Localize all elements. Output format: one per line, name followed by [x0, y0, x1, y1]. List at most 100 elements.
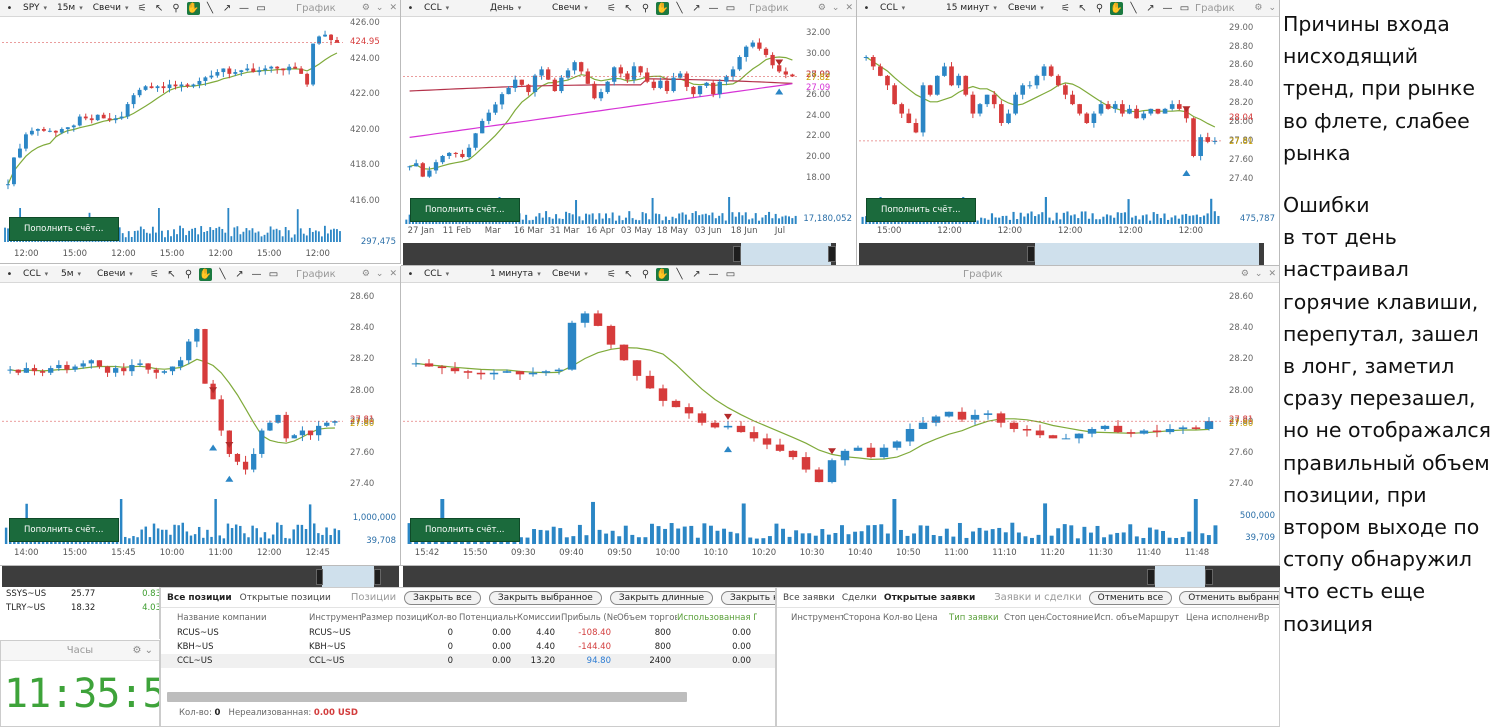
horizontal-line-icon[interactable]: — [707, 2, 720, 15]
collapse-icon[interactable]: ⌄ [376, 3, 384, 13]
arrow-icon[interactable]: ↗ [221, 2, 234, 15]
deposit-button[interactable]: Пополнить счёт... [9, 217, 119, 241]
panel-menu-icon[interactable]: • [404, 2, 417, 15]
indicators-icon[interactable]: ⚟ [605, 268, 618, 281]
close-icon[interactable]: ✕ [389, 3, 397, 13]
column-header[interactable]: Комиссии [517, 613, 561, 623]
panel-menu-icon[interactable]: • [860, 2, 873, 15]
timeframe-select[interactable]: 15 минут ▾ [943, 2, 1001, 15]
lower-time-scrollbar-left[interactable] [2, 566, 399, 588]
horizontal-line-icon[interactable]: — [238, 2, 251, 15]
collapse-icon[interactable]: ⌄ [1268, 3, 1276, 13]
tab-all-positions[interactable]: Все позиции [167, 593, 232, 603]
close-long-button[interactable]: Закрыть длинные [609, 590, 713, 605]
zoom-icon[interactable]: ⚲ [639, 2, 652, 15]
table-row[interactable]: KBH~US KBH~US 0 0.00 4.40 -144.40 800 0.00 [161, 640, 775, 654]
cursor-icon[interactable]: ↖ [153, 2, 166, 15]
table-row[interactable]: CCL~US CCL~US 0 0.00 13.20 94.80 2400 0.00 [161, 654, 775, 668]
ticker-select[interactable]: CCL ▾ [877, 2, 939, 15]
trend-line-icon[interactable]: ╲ [673, 2, 686, 15]
trend-line-icon[interactable]: ╲ [673, 268, 686, 281]
scrollbar-handle-right[interactable] [374, 569, 381, 585]
ticker-select[interactable]: CCL ▾ [421, 268, 483, 281]
timeframe-select[interactable]: 15м ▾ [54, 2, 86, 15]
cursor-icon[interactable]: ↖ [1076, 2, 1089, 15]
tab-trades[interactable]: Сделки [842, 593, 877, 603]
column-header[interactable]: Потенциальная [459, 613, 517, 623]
price-chart[interactable] [403, 284, 1222, 499]
trend-line-icon[interactable]: ╲ [204, 2, 217, 15]
settings-icon[interactable]: ⚙ [362, 269, 370, 279]
chart-panel-spy[interactable]: • SPY ▾ 15м ▾ Свечи ▾ ⚟ ↖ ⚲ ✋ ╲ ↗ — ▭ Графи… [0, 0, 401, 264]
panel-menu-icon[interactable]: • [3, 2, 16, 15]
close-icon[interactable]: ✕ [845, 3, 853, 13]
cursor-icon[interactable]: ↖ [622, 2, 635, 15]
panel-menu-icon[interactable]: • [404, 268, 417, 281]
arrow-icon[interactable]: ↗ [690, 2, 703, 15]
ticker-select[interactable]: CCL ▾ [20, 268, 54, 281]
indicators-icon[interactable]: ⚟ [148, 268, 161, 281]
timeframe-select[interactable]: День ▾ [487, 2, 545, 15]
column-header[interactable]: Кол-во [883, 613, 915, 623]
panel-menu-icon[interactable]: • [3, 268, 16, 281]
arrow-icon[interactable]: ↗ [690, 268, 703, 281]
scrollbar-handle-left[interactable] [1027, 246, 1035, 262]
deposit-button[interactable]: Пополнить счёт... [9, 518, 119, 542]
column-header[interactable]: Инструмент [309, 613, 361, 623]
column-header[interactable]: Состояние [1046, 613, 1094, 623]
column-header[interactable]: Прибыль (Net) [561, 613, 617, 623]
hand-icon[interactable]: ✋ [186, 1, 200, 15]
horizontal-line-icon[interactable]: — [707, 268, 720, 281]
column-header[interactable]: Объем торгов [617, 613, 677, 623]
zoom-icon[interactable]: ⚲ [182, 268, 195, 281]
ticker-select[interactable]: CCL ▾ [421, 2, 483, 15]
table-row[interactable]: RCUS~US RCUS~US 0 0.00 4.40 -108.40 800 0.00 [161, 626, 775, 640]
settings-icon[interactable]: ⚙ [132, 645, 141, 656]
style-select[interactable]: Свечи ▾ [549, 268, 601, 281]
time-scrollbar[interactable] [859, 243, 1264, 265]
deposit-button[interactable]: Пополнить счёт... [410, 198, 520, 222]
indicators-icon[interactable]: ⚟ [1059, 2, 1072, 15]
column-header[interactable]: Вр [1258, 613, 1270, 623]
cancel-selected-button[interactable]: Отменить выбранные [1179, 590, 1279, 605]
scrollbar-handle-right[interactable] [1205, 569, 1213, 585]
close-short-button[interactable]: Закрыть короткие [721, 590, 775, 605]
rectangle-icon[interactable]: ▭ [1178, 2, 1191, 15]
chart-panel-ccl-daily[interactable]: • CCL ▾ День ▾ Свечи ▾ ⚟ ↖ ⚲ ✋ ╲ ↗ — ▭ Граф… [401, 0, 857, 266]
scrollbar-handle-right[interactable] [828, 246, 836, 262]
style-select[interactable]: Свечи ▾ [1005, 2, 1055, 15]
settings-icon[interactable]: ⚙ [1254, 3, 1262, 13]
column-header[interactable]: Тип заявки [949, 613, 1004, 623]
horizontal-line-icon[interactable]: — [250, 268, 263, 281]
collapse-icon[interactable]: ⌄ [145, 645, 153, 656]
zoom-icon[interactable]: ⚲ [1093, 2, 1106, 15]
hand-icon[interactable]: ✋ [656, 267, 669, 281]
price-chart[interactable] [2, 18, 343, 208]
price-chart[interactable] [403, 18, 799, 195]
indicators-icon[interactable]: ⚟ [136, 2, 149, 15]
collapse-icon[interactable]: ⌄ [1255, 269, 1263, 279]
column-header[interactable]: Цена [915, 613, 949, 623]
chart-panel-ccl-1m[interactable]: • CCL ▾ 1 минута ▾ Свечи ▾ ⚟ ↖ ⚲ ✋ ╲ ↗ — ▭ … [401, 266, 1280, 566]
settings-icon[interactable]: ⚙ [1241, 269, 1249, 279]
chart-panel-ccl-5m[interactable]: • CCL ▾ 5м ▾ Свечи ▾ ⚟ ↖ ⚲ ✋ ╲ ↗ — ▭ График… [0, 266, 401, 566]
hand-icon[interactable]: ✋ [199, 267, 212, 281]
tab-open-orders[interactable]: Открытые заявки [884, 593, 975, 603]
tab-all-orders[interactable]: Все заявки [783, 593, 835, 603]
settings-icon[interactable]: ⚙ [818, 3, 826, 13]
style-select[interactable]: Свечи ▾ [94, 268, 144, 281]
zoom-icon[interactable]: ⚲ [639, 268, 652, 281]
timeframe-select[interactable]: 5м ▾ [58, 268, 90, 281]
zoom-icon[interactable]: ⚲ [170, 2, 183, 15]
hand-icon[interactable]: ✋ [1110, 1, 1123, 15]
cursor-icon[interactable]: ↖ [622, 268, 635, 281]
style-select[interactable]: Свечи ▾ [549, 2, 601, 15]
price-chart[interactable] [859, 18, 1222, 195]
watchlist-row[interactable]: TLRY~US 18.32 4.03 [0, 601, 159, 615]
horizontal-line-icon[interactable]: — [1161, 2, 1174, 15]
settings-icon[interactable]: ⚙ [362, 3, 370, 13]
scrollbar-handle-left[interactable] [733, 246, 741, 262]
price-chart[interactable] [2, 284, 343, 499]
trend-line-icon[interactable]: ╲ [216, 268, 229, 281]
column-header[interactable]: Инструмент [791, 613, 843, 623]
